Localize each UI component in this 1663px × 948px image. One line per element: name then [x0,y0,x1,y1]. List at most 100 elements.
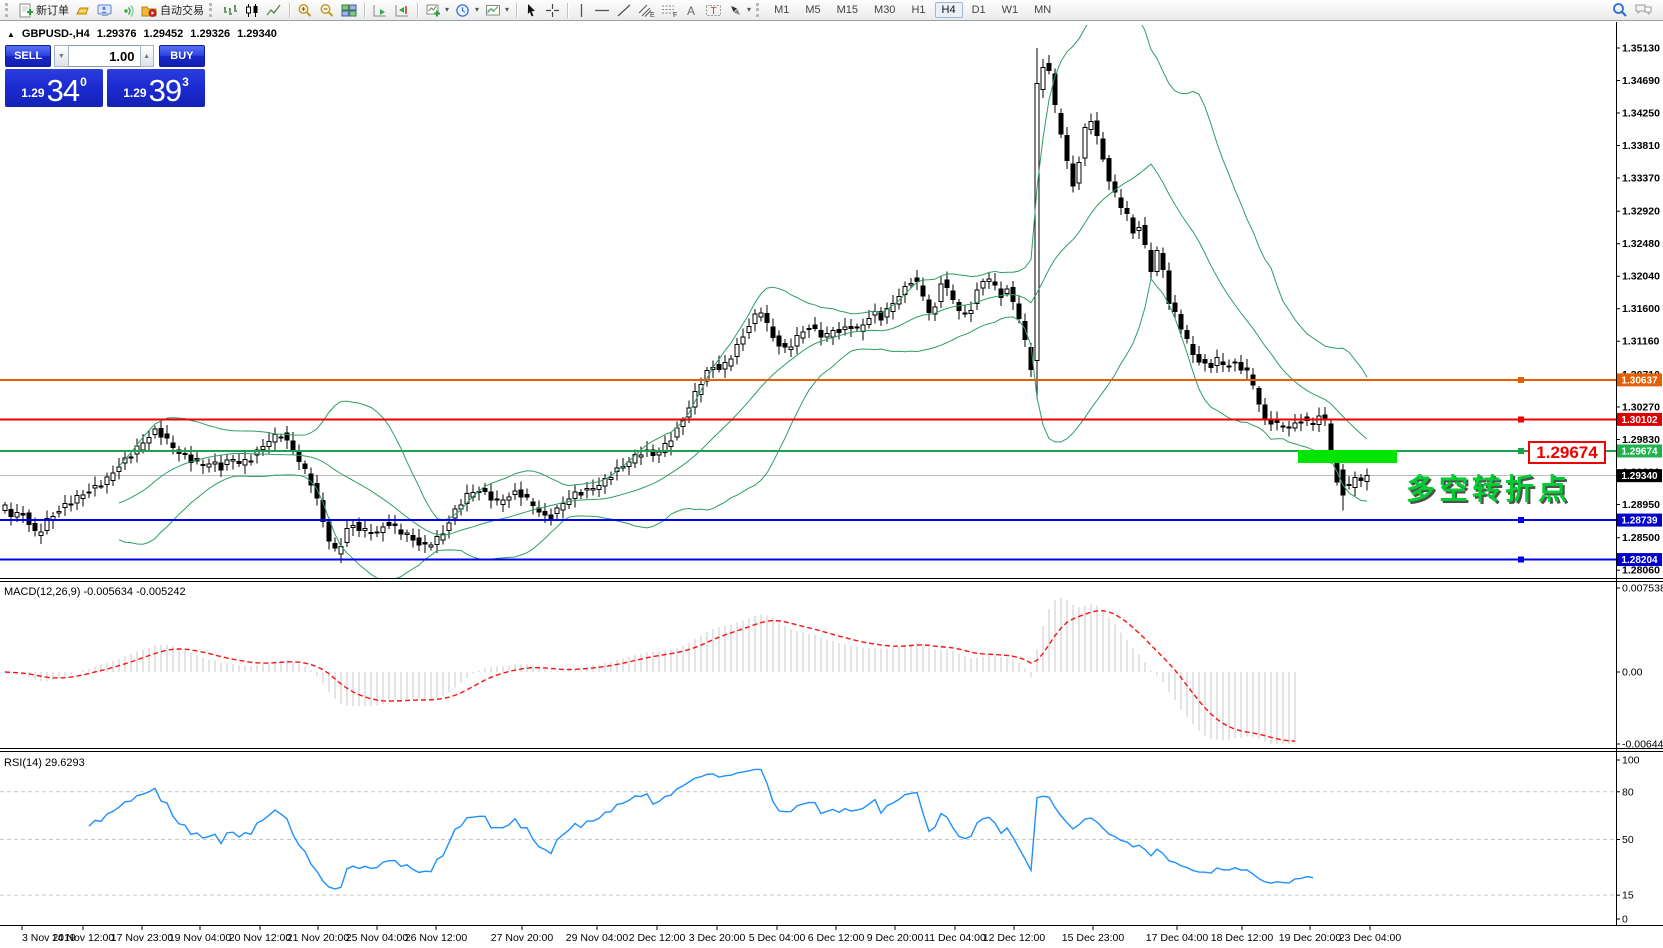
svg-text:19 Dec 20:00: 19 Dec 20:00 [1279,932,1342,944]
macd-layer [5,598,1295,745]
volume-input[interactable] [69,45,140,67]
tile-windows-button[interactable] [338,1,360,19]
volume-decrease-button[interactable]: ▼ [54,45,68,67]
svg-text:0: 0 [1622,914,1628,926]
signal-button[interactable] [116,1,138,19]
svg-text:A: A [687,4,695,18]
high-value: 1.29452 [144,28,184,40]
level-price-callout[interactable]: 1.29674 [1528,441,1606,464]
timeframe-M1[interactable]: M1 [767,2,796,18]
text-button[interactable]: A [681,1,702,19]
volume-increase-button[interactable]: ▲ [140,45,154,67]
svg-text:9 Dec 20:00: 9 Dec 20:00 [867,932,924,944]
templates-button[interactable]: ▾ [482,1,512,19]
new-chart-button[interactable]: ▾ [422,1,452,19]
macd-indicator-label: MACD(12,26,9) -0.005634 -0.005242 [4,586,186,598]
zoom-out-icon [319,3,335,18]
buy-price-display[interactable]: 1.29 39 3 [107,69,205,107]
chat-button[interactable] [1631,1,1656,19]
sell-price-big: 34 [47,77,79,105]
periods-button[interactable]: ▾ [452,1,482,19]
search-button[interactable] [1609,1,1631,19]
chart-window[interactable]: 1.351301.346901.342501.338101.333701.329… [0,22,1663,948]
svg-text:1.29674: 1.29674 [1621,447,1658,458]
sell-button[interactable]: SELL [5,45,51,67]
sell-price-small: 1.29 [21,86,44,100]
chart-shift-icon [394,3,410,18]
timeframe-M30[interactable]: M30 [867,2,902,18]
crosshair-button[interactable] [542,1,563,19]
svg-text:1.30270: 1.30270 [1622,401,1660,413]
buy-price-small: 1.29 [123,86,146,100]
auto-scroll-button[interactable] [369,1,391,19]
cursor-button[interactable] [521,1,542,19]
svg-text:1.29340: 1.29340 [1621,471,1658,482]
bollinger-layer [119,22,1367,581]
symbol-collapse-icon[interactable]: ▲ [7,30,15,39]
equidistant-channel-icon: E [638,3,655,18]
text-label-button[interactable]: T [702,1,725,19]
sell-price-display[interactable]: 1.29 34 0 [5,69,103,107]
svg-text:80: 80 [1622,786,1634,798]
zoom-in-button[interactable] [294,1,316,19]
svg-text:1.28204: 1.28204 [1621,555,1658,566]
horizontal-line-button[interactable] [591,1,613,19]
svg-text:20 Nov 12:00: 20 Nov 12:00 [229,932,292,944]
timeframe-W1[interactable]: W1 [995,2,1026,18]
profile-icon [97,3,113,18]
timeframe-M5[interactable]: M5 [798,2,827,18]
timeframe-H1[interactable]: H1 [904,2,932,18]
chart-shift-button[interactable] [391,1,413,19]
svg-text:1.30637: 1.30637 [1621,375,1658,386]
profile-button[interactable] [94,1,116,19]
fibonacci-icon: F [661,3,678,18]
svg-text:29 Nov 04:00: 29 Nov 04:00 [566,932,629,944]
svg-text:0.00: 0.00 [1622,667,1643,679]
autotrading-button[interactable]: 自动交易 [138,1,207,19]
svg-text:14 Nov 12:00: 14 Nov 12:00 [52,932,115,944]
vertical-line-button[interactable] [572,1,591,19]
equidistant-channel-button[interactable]: E [635,1,658,19]
timeframe-D1[interactable]: D1 [965,2,993,18]
line-chart-button[interactable] [263,1,285,19]
arrows-button[interactable]: ▾ [725,1,754,19]
fibonacci-button[interactable]: F [658,1,681,19]
svg-text:1.33810: 1.33810 [1622,140,1660,152]
svg-text:27 Nov 20:00: 27 Nov 20:00 [491,932,554,944]
svg-text:1.28500: 1.28500 [1622,532,1660,544]
svg-text:6 Dec 12:00: 6 Dec 12:00 [808,932,865,944]
svg-text:1.28950: 1.28950 [1622,499,1660,511]
turning-point-annotation[interactable]: 多空转折点 [1406,466,1571,508]
dropdown-caret-icon: ▾ [445,6,449,14]
new-order-icon [18,3,33,18]
buy-button[interactable]: BUY [159,45,205,67]
timeframe-MN[interactable]: MN [1027,2,1058,18]
rsi-line [89,769,1313,888]
trendline-button[interactable] [613,1,635,19]
vertical-line-icon [575,3,588,18]
svg-text:18 Dec 12:00: 18 Dec 12:00 [1211,932,1274,944]
toolbar-grip [5,3,11,17]
new-order-button[interactable]: 新订单 [15,1,72,19]
symbol-period-label: GBPUSD-,H4 [22,28,90,40]
svg-text:21 Nov 20:00: 21 Nov 20:00 [287,932,350,944]
gold-ingot-icon [75,3,91,18]
svg-text:15: 15 [1622,890,1634,902]
trendline-icon [616,3,632,18]
svg-text:2 Dec 12:00: 2 Dec 12:00 [629,932,686,944]
timeframe-M15[interactable]: M15 [830,2,865,18]
svg-text:25 Nov 04:00: 25 Nov 04:00 [346,932,409,944]
line-chart-icon [266,3,282,18]
new-chart-icon [425,3,441,18]
toolbar-grip [209,3,215,17]
svg-text:T: T [711,6,717,17]
bar-chart-button[interactable] [219,1,241,19]
timeframe-H4[interactable]: H4 [935,2,963,18]
svg-text:-0.006446: -0.006446 [1622,739,1663,751]
market-watch-button[interactable] [72,1,94,19]
text-icon: A [684,3,699,18]
candlestick-chart-button[interactable] [241,1,263,19]
toolbar-separator [567,3,568,18]
zoom-out-button[interactable] [316,1,338,19]
svg-text:1.28739: 1.28739 [1621,516,1658,527]
